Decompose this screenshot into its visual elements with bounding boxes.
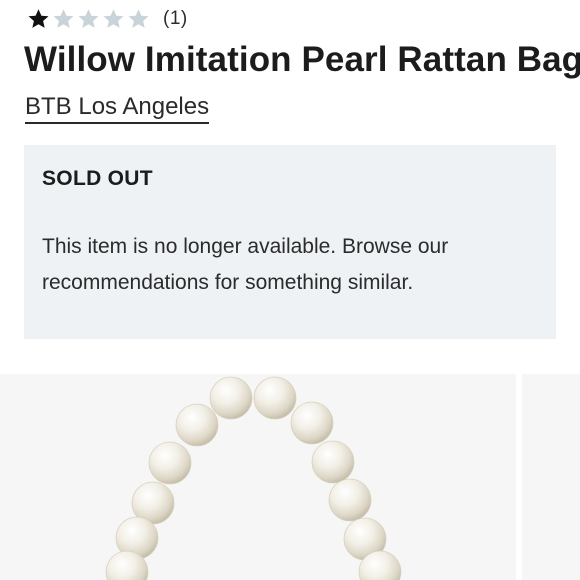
pearl	[311, 440, 355, 484]
star-filled-icon	[28, 9, 49, 28]
star-rating[interactable]	[26, 7, 151, 31]
pearl	[290, 401, 334, 445]
pearl	[328, 478, 372, 522]
product-title: Willow Imitation Pearl Rattan Bag	[24, 40, 580, 79]
pearl-handle-image	[105, 376, 402, 580]
rating-row[interactable]: (1)	[26, 6, 188, 32]
notice-message: This item is no longer available. Browse…	[42, 235, 449, 294]
pearl	[253, 376, 297, 420]
star-empty-icon	[103, 9, 124, 28]
product-page: (1) Willow Imitation Pearl Rattan Bag BT…	[0, 0, 580, 580]
pearl	[209, 376, 253, 420]
pearl	[148, 441, 192, 485]
next-product-image[interactable]	[522, 374, 580, 580]
brand-link[interactable]: BTB Los Angeles	[25, 93, 210, 125]
notice-title: SOLD OUT	[42, 167, 153, 190]
star-empty-icon	[53, 9, 74, 28]
product-image-gallery[interactable]	[0, 374, 580, 580]
star-empty-icon	[128, 9, 149, 28]
review-count-link[interactable]: (1)	[163, 8, 188, 30]
product-image[interactable]	[0, 374, 516, 580]
star-empty-icon	[78, 9, 99, 28]
pearl	[175, 403, 219, 447]
sold-out-notice: SOLD OUT This item is no longer availabl…	[24, 145, 556, 339]
